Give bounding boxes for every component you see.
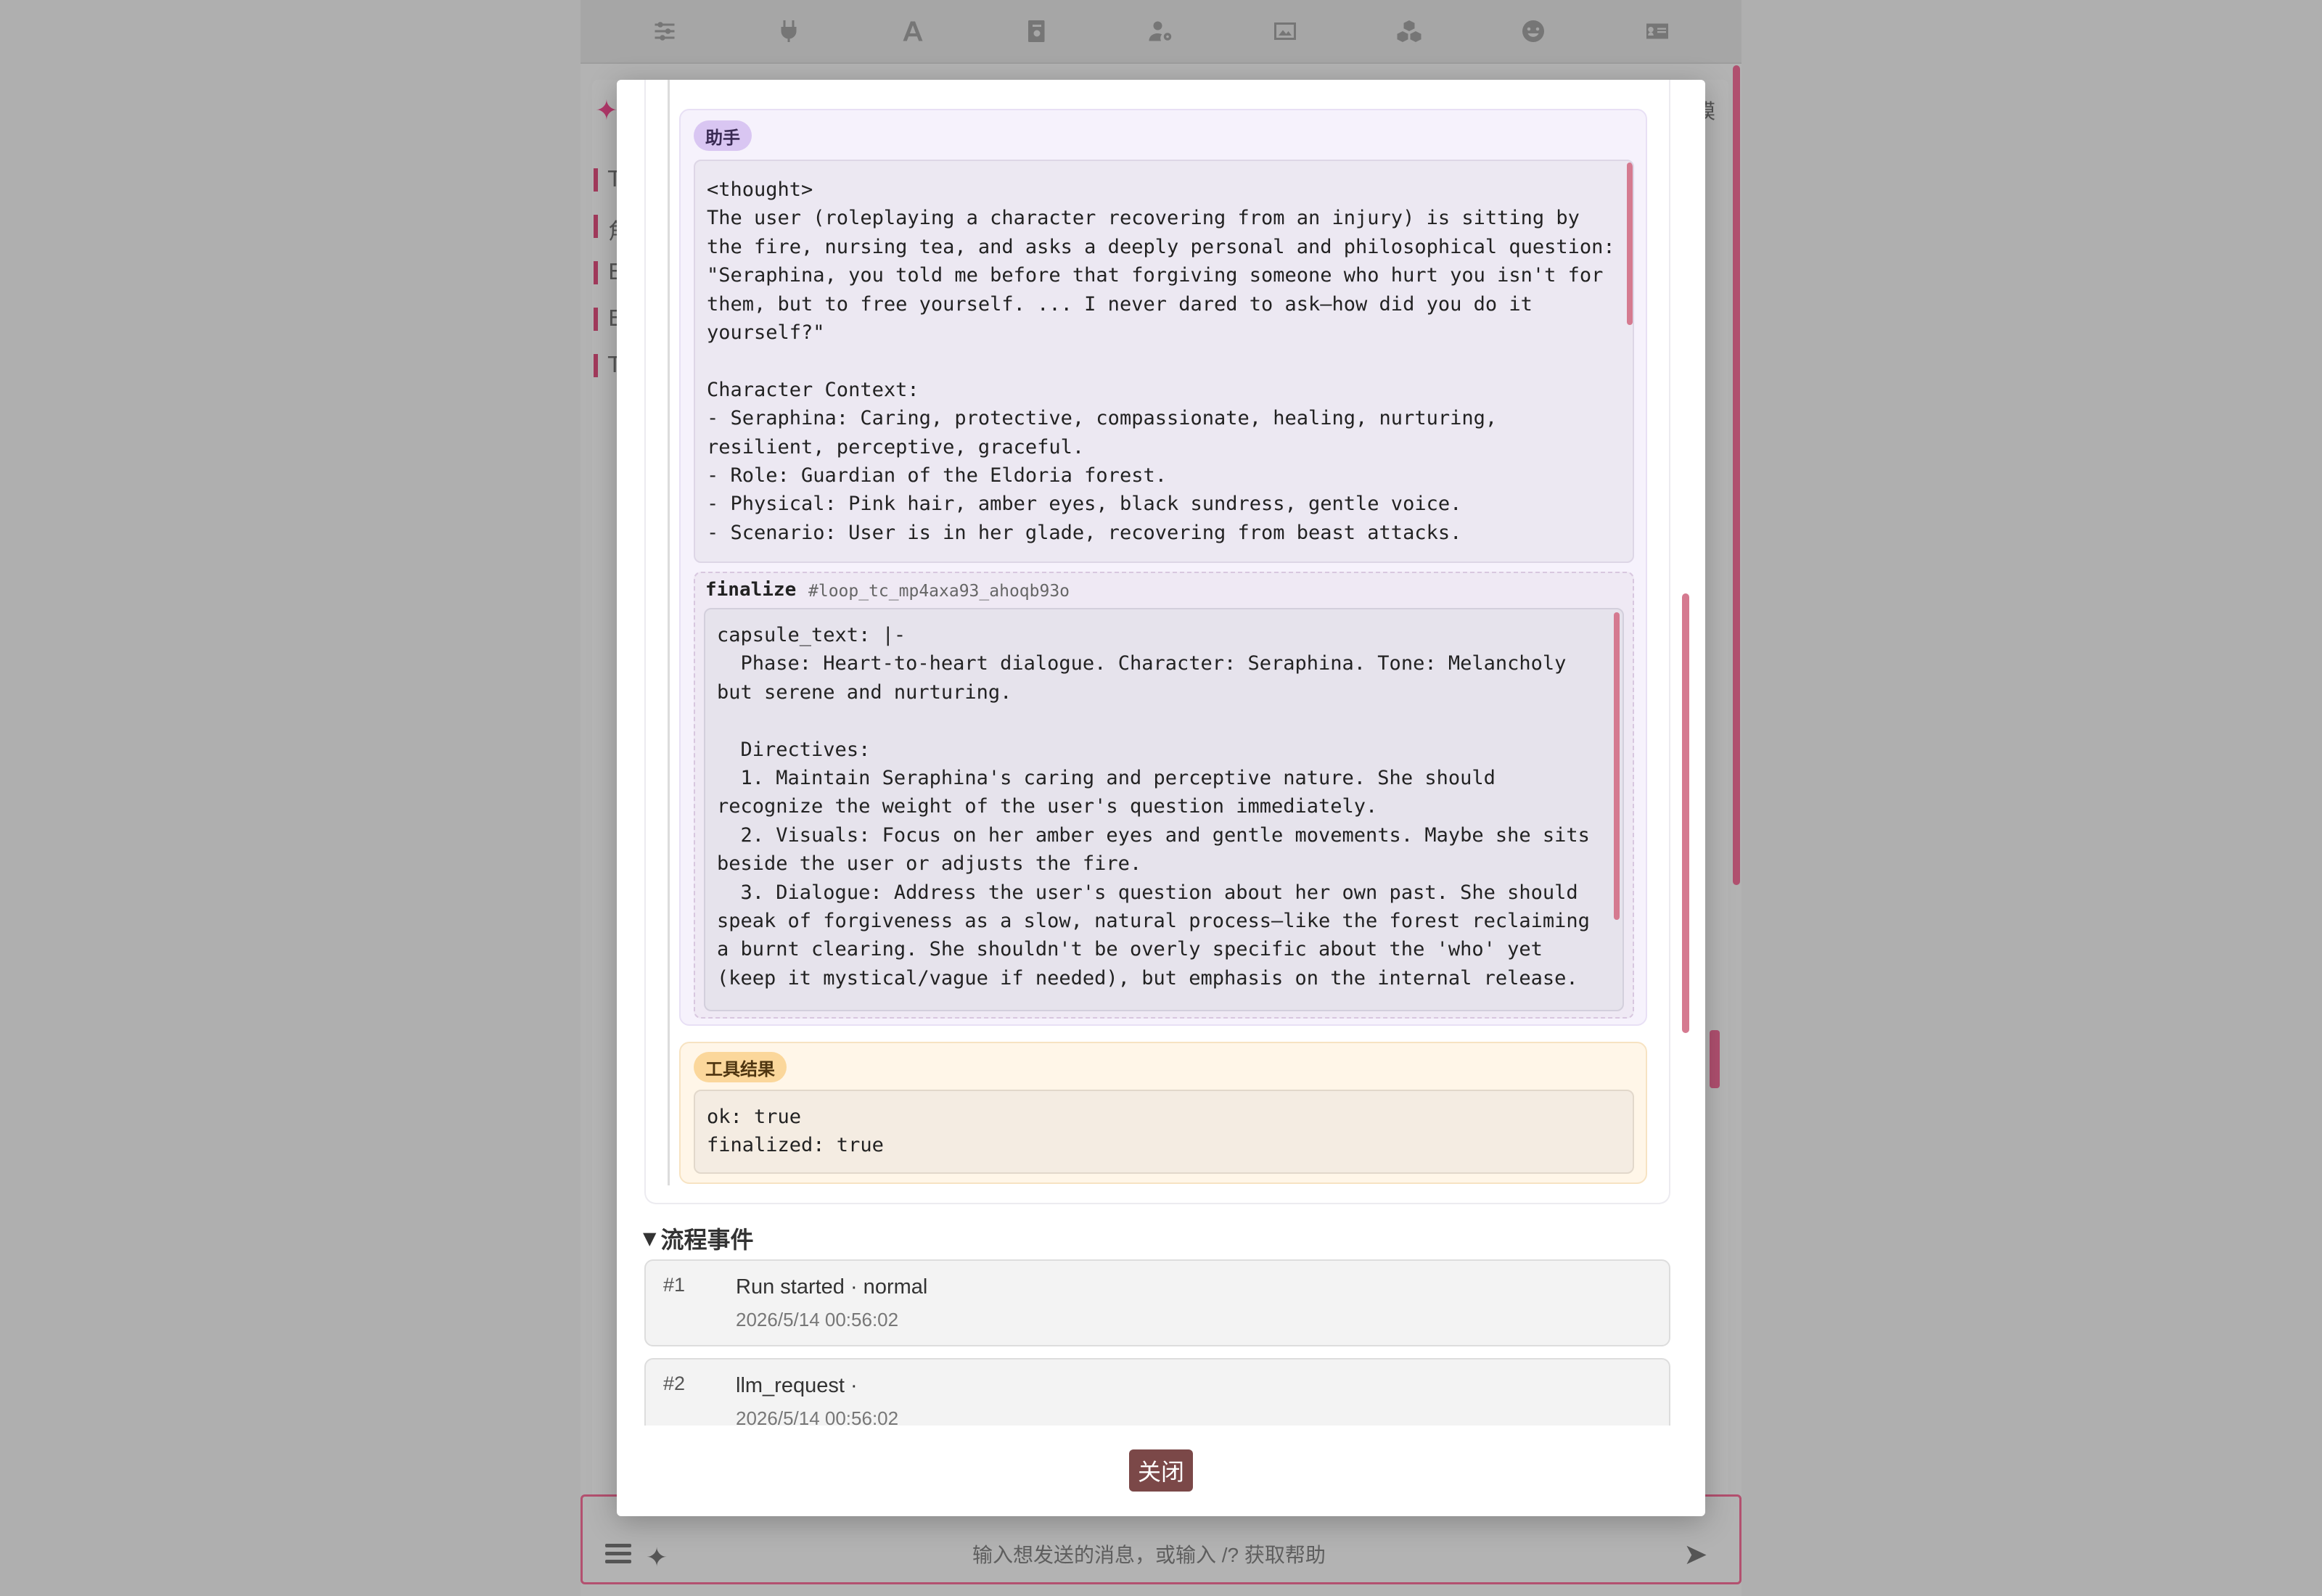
top-toolbar bbox=[580, 0, 1742, 64]
thought-scrollbar[interactable] bbox=[1627, 163, 1633, 325]
tool-call-id: #loop_tc_mp4axa93_ahoqb93o bbox=[808, 582, 1070, 601]
assistant-role-badge: 助手 bbox=[694, 120, 752, 151]
collapse-triangle-icon: ▼ bbox=[643, 1228, 657, 1249]
assistant-message-card: 助手 <thought> The user (roleplaying a cha… bbox=[679, 109, 1647, 1026]
modal-scrollbar[interactable] bbox=[1682, 593, 1689, 1033]
event-title: Run started · normal bbox=[736, 1275, 928, 1299]
cubes-icon[interactable] bbox=[1395, 17, 1424, 46]
sidebar-marker bbox=[594, 261, 598, 284]
conversation-timeline-line bbox=[668, 80, 670, 1185]
font-icon[interactable] bbox=[898, 17, 927, 46]
tool-result-card: 工具结果 ok: true finalized: true bbox=[679, 1042, 1647, 1184]
tool-call-arguments-box[interactable]: capsule_text: |- Phase: Heart-to-heart d… bbox=[704, 608, 1624, 1011]
tool-call-block: finalize #loop_tc_mp4axa93_ahoqb93o caps… bbox=[694, 572, 1634, 1019]
run-details-modal: 助手 <thought> The user (roleplaying a cha… bbox=[617, 80, 1705, 1516]
sidebar-marker bbox=[594, 308, 598, 331]
tool-call-name: finalize bbox=[705, 579, 797, 601]
image-icon[interactable] bbox=[1271, 17, 1300, 46]
arguments-scrollbar[interactable] bbox=[1614, 612, 1620, 920]
sidebar-marker bbox=[594, 215, 598, 238]
thought-box[interactable]: <thought> The user (roleplaying a charac… bbox=[694, 160, 1634, 563]
smile-icon[interactable] bbox=[1519, 17, 1548, 46]
sparkle-icon: ✦ bbox=[595, 96, 618, 126]
tool-result-box: ok: true finalized: true bbox=[694, 1090, 1634, 1174]
user-gear-icon[interactable] bbox=[1146, 17, 1176, 46]
message-input-placeholder: 输入想发送的消息，或输入 /? 获取帮助 bbox=[972, 1544, 1326, 1566]
tool-call-arguments: capsule_text: |- Phase: Heart-to-heart d… bbox=[717, 624, 1590, 990]
events-section-title: 流程事件 bbox=[660, 1226, 754, 1254]
event-number: #2 bbox=[663, 1373, 686, 1394]
background-scrollbar bbox=[1733, 65, 1740, 885]
send-icon[interactable]: ➤ bbox=[1683, 1538, 1708, 1571]
events-section-toggle[interactable]: ▼ 流程事件 bbox=[643, 1222, 753, 1255]
book-icon[interactable] bbox=[1022, 17, 1051, 46]
magic-wand-icon[interactable]: ✦ bbox=[646, 1542, 668, 1573]
plug-icon[interactable] bbox=[774, 17, 803, 46]
event-number: #1 bbox=[663, 1274, 686, 1296]
background-accent-bar bbox=[1710, 1030, 1720, 1088]
tool-result-badge: 工具结果 bbox=[694, 1052, 787, 1082]
event-timestamp: 2026/5/14 00:56:02 bbox=[736, 1309, 899, 1330]
event-item: #1 Run started · normal 2026/5/14 00:56:… bbox=[644, 1259, 1670, 1346]
sliders-icon[interactable] bbox=[650, 17, 679, 46]
event-title: llm_request · bbox=[736, 1374, 858, 1397]
thought-text: <thought> The user (roleplaying a charac… bbox=[707, 178, 1615, 544]
sidebar-marker bbox=[594, 354, 598, 377]
event-timestamp: 2026/5/14 00:56:02 bbox=[736, 1407, 899, 1426]
id-card-icon[interactable] bbox=[1643, 17, 1672, 46]
tool-result-text: ok: true finalized: true bbox=[707, 1106, 884, 1157]
sidebar-marker bbox=[594, 168, 598, 192]
close-button[interactable]: 关闭 bbox=[1129, 1449, 1193, 1492]
menu-icon[interactable] bbox=[605, 1544, 631, 1564]
modal-scroll-area[interactable]: 助手 <thought> The user (roleplaying a cha… bbox=[617, 80, 1705, 1426]
event-item: #2 llm_request · 2026/5/14 00:56:02 bbox=[644, 1358, 1670, 1426]
